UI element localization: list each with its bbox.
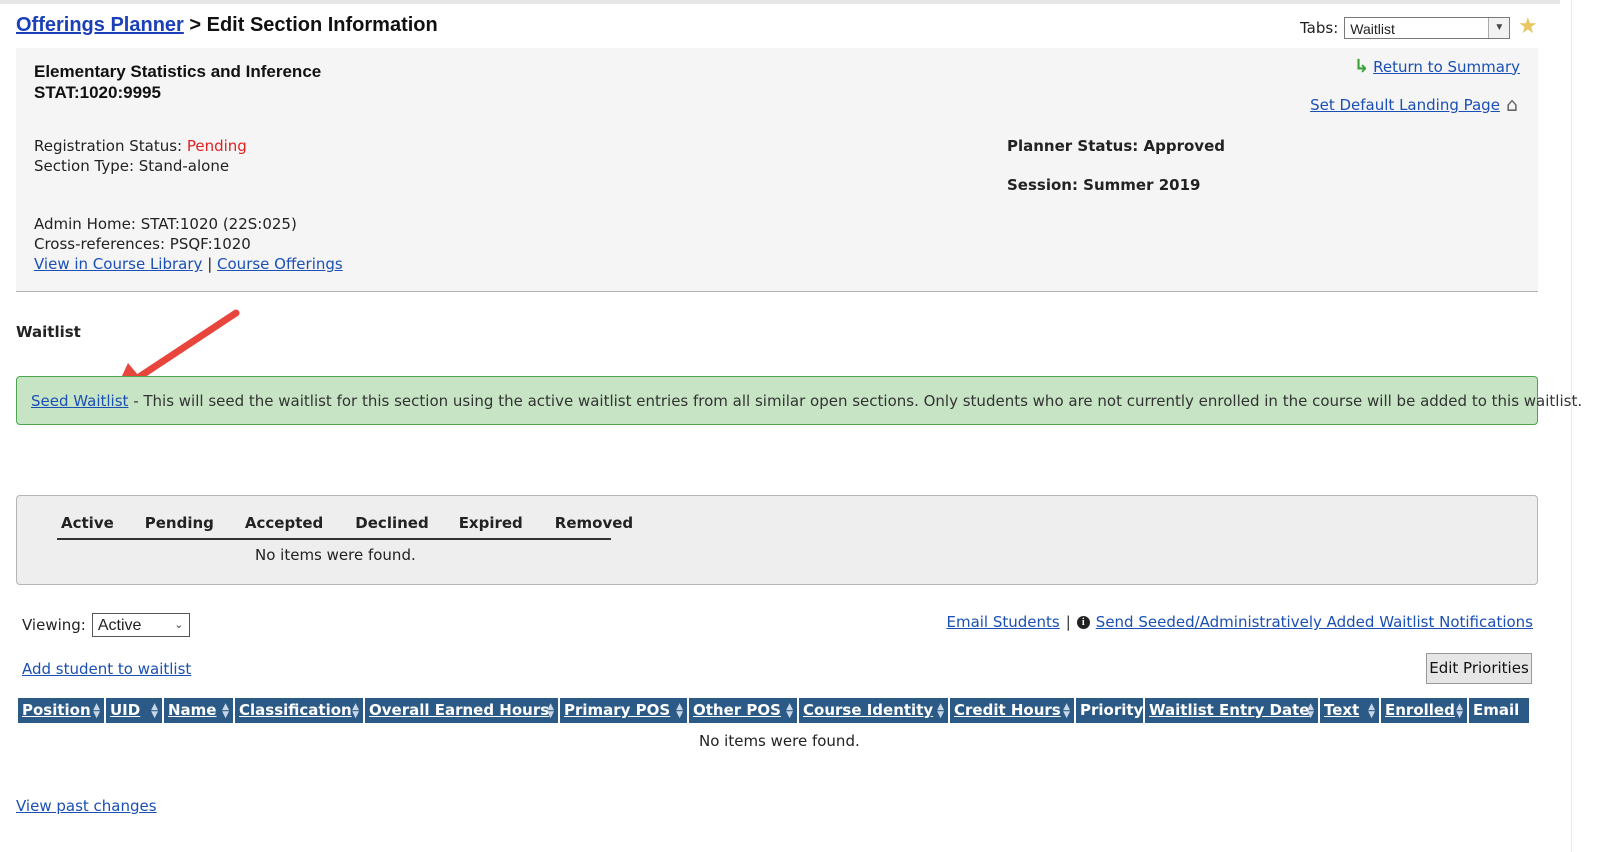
chevron-down-icon[interactable]: ⌄ (168, 614, 189, 636)
section-type: Section Type: Stand-alone (34, 157, 230, 175)
breadcrumb-offerings-planner-link[interactable]: Offerings Planner (16, 14, 184, 36)
sort-icon[interactable]: ▲ ▼ (222, 698, 229, 720)
status-tabs: Active Pending Accepted Declined Expired… (57, 514, 633, 540)
link-separator: | (207, 255, 213, 273)
email-students-link[interactable]: Email Students (946, 613, 1059, 631)
col-name[interactable]: Name ▲ ▼ (164, 698, 233, 723)
col-text[interactable]: Text ▲ ▼ (1320, 698, 1379, 723)
course-name: Elementary Statistics and Inference (34, 62, 322, 81)
session: Session: Summer 2019 (1007, 176, 1201, 194)
chevron-down-icon[interactable]: ▼ (1488, 18, 1510, 38)
registration-status: Registration Status: Pending (34, 137, 247, 155)
status-tab-removed[interactable]: Removed (551, 514, 637, 538)
status-tab-active[interactable]: Active (57, 514, 118, 538)
sort-icon[interactable]: ▲ ▼ (937, 698, 944, 720)
sort-icon[interactable]: ▲ ▼ (1307, 698, 1314, 720)
status-tab-expired[interactable]: Expired (455, 514, 527, 538)
col-waitlist-entry-date[interactable]: Waitlist Entry Date ▲ ▼ (1145, 698, 1318, 723)
viewing-dropdown[interactable]: Active ⌄ (91, 613, 190, 637)
col-overall-earned-hours[interactable]: Overall Earned Hours ▲ ▼ (365, 698, 558, 723)
col-enrolled[interactable]: Enrolled ▲ ▼ (1381, 698, 1467, 723)
viewing-dropdown-value: Active (97, 617, 142, 634)
set-default-landing-link[interactable]: Set Default Landing Page (1310, 96, 1500, 114)
course-code: STAT:1020:9995 (34, 83, 161, 102)
grid-empty-message: No items were found. (699, 732, 860, 750)
sort-icon[interactable]: ▲ ▼ (352, 698, 359, 720)
sort-icon[interactable]: ▲ ▼ (547, 698, 554, 720)
status-tab-declined[interactable]: Declined (351, 514, 432, 538)
seed-waitlist-alert: Seed Waitlist - This will seed the waitl… (16, 376, 1582, 425)
viewing-filter: Viewing: Active ⌄ (22, 613, 190, 637)
home-icon: ⌂ (1505, 94, 1518, 116)
edit-priorities-button[interactable]: Edit Priorities (1426, 653, 1532, 684)
top-border (0, 0, 1560, 4)
waitlist-heading: Waitlist (16, 323, 81, 341)
tabs-dropdown[interactable]: Waitlist ▼ (1344, 17, 1511, 39)
viewing-label: Viewing: (22, 616, 86, 634)
breadcrumb-separator: > (189, 14, 202, 36)
sort-icon[interactable]: ▲ ▼ (676, 698, 683, 720)
planner-status: Planner Status: Approved (1007, 137, 1225, 155)
course-offerings-link[interactable]: Course Offerings (217, 255, 343, 273)
add-student-link[interactable]: Add student to waitlist (22, 660, 191, 678)
tabs-label: Tabs: (1300, 19, 1339, 37)
course-links: View in Course Library | Course Offering… (34, 255, 343, 273)
status-tab-pending[interactable]: Pending (141, 514, 218, 538)
view-course-library-link[interactable]: View in Course Library (34, 255, 202, 273)
email-separator: | (1065, 613, 1071, 631)
set-default-landing[interactable]: Set Default Landing Page ⌂ (1310, 94, 1518, 116)
page-scrollbar-gutter[interactable] (1571, 0, 1604, 852)
admin-home: Admin Home: STAT:1020 (22S:025) (34, 215, 297, 233)
page-title: Offerings Planner > Edit Section Informa… (16, 14, 438, 37)
col-position[interactable]: Position ▲ ▼ (18, 698, 104, 723)
cross-references: Cross-references: PSQF:1020 (34, 235, 251, 253)
sort-icon[interactable]: ▲ ▼ (786, 698, 793, 720)
sort-icon[interactable]: ▲ ▼ (1456, 698, 1463, 720)
tabs-dropdown-value: Waitlist (1350, 21, 1395, 37)
waitlist-grid-header: Position ▲ ▼ UID ▲ ▼ Name ▲ ▼ Classification ▲ ▼… (18, 698, 1531, 723)
return-to-summary-link[interactable]: Return to Summary (1373, 58, 1520, 76)
sort-icon[interactable]: ▲ ▼ (1063, 698, 1070, 720)
breadcrumb-current: Edit Section Information (206, 14, 438, 36)
registration-status-label: Registration Status: (34, 137, 183, 155)
info-icon[interactable]: i (1076, 615, 1090, 629)
sort-icon[interactable]: ▲ ▼ (151, 698, 158, 720)
status-tab-accepted[interactable]: Accepted (241, 514, 327, 538)
send-notifications-link[interactable]: Send Seeded/Administratively Added Waitl… (1096, 613, 1533, 631)
col-email: Email (1469, 698, 1529, 723)
view-past-changes-link[interactable]: View past changes (16, 797, 157, 815)
col-uid[interactable]: UID ▲ ▼ (106, 698, 162, 723)
registration-status-value: Pending (186, 137, 247, 155)
sort-icon[interactable]: ▲ ▼ (1368, 698, 1375, 720)
seed-waitlist-description: - This will seed the waitlist for this s… (128, 392, 1583, 410)
col-other-pos[interactable]: Other POS ▲ ▼ (689, 698, 797, 723)
seed-waitlist-link[interactable]: Seed Waitlist (31, 392, 128, 410)
return-to-summary[interactable]: ↳ Return to Summary (1354, 56, 1520, 77)
col-priority: Priority (1076, 698, 1143, 723)
sort-icon[interactable]: ▲ ▼ (93, 698, 100, 720)
col-credit-hours[interactable]: Credit Hours ▲ ▼ (950, 698, 1074, 723)
col-course-identity[interactable]: Course Identity ▲ ▼ (799, 698, 948, 723)
section-header-panel: Elementary Statistics and Inference STAT… (16, 48, 1538, 292)
email-actions: Email Students | i Send Seeded/Administr… (946, 613, 1533, 631)
return-arrow-icon: ↳ (1354, 56, 1370, 77)
status-empty-message: No items were found. (255, 546, 416, 564)
favorite-star-icon[interactable]: ★ (1518, 14, 1538, 39)
col-primary-pos[interactable]: Primary POS ▲ ▼ (560, 698, 687, 723)
waitlist-status-panel: Active Pending Accepted Declined Expired… (16, 495, 1538, 585)
col-classification[interactable]: Classification ▲ ▼ (235, 698, 363, 723)
tabs-selector: Tabs: Waitlist ▼ (1300, 17, 1511, 39)
